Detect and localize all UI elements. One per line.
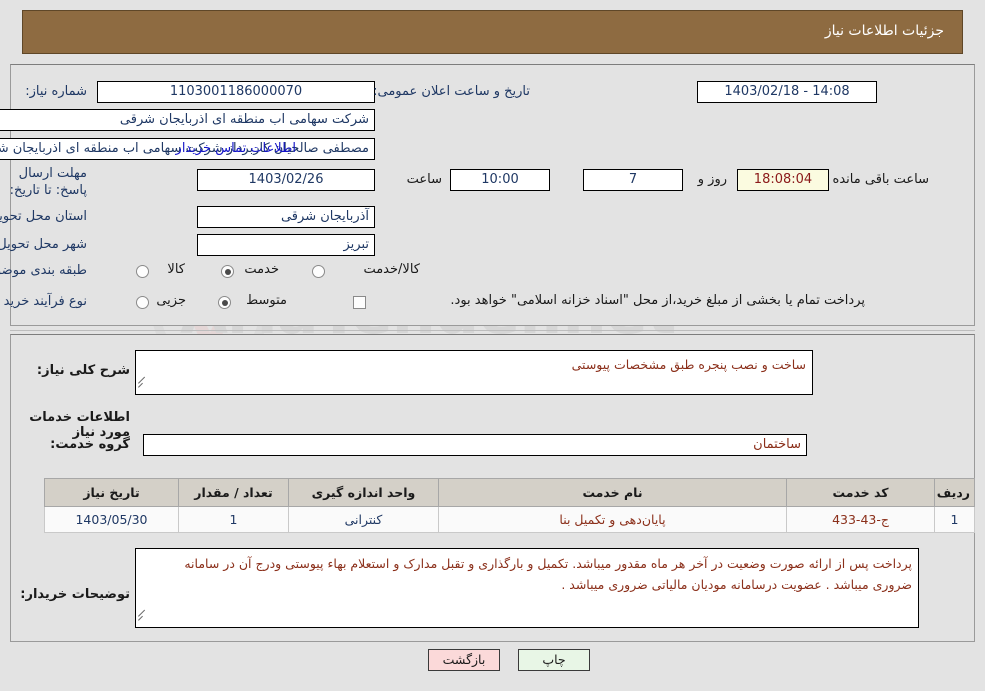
treasury-bond-note: پرداخت تمام یا بخشی از مبلغ خرید،از محل … [450,293,865,308]
buyer-org-value: شرکت سهامی اب منطقه ای اذربایجان شرقی [0,109,375,131]
print-button[interactable]: چاپ [518,649,590,671]
page-header-bar: جزئیات اطلاعات نیاز [22,10,963,54]
need-number-label: شماره نیاز: [25,84,87,99]
treasury-bond-checkbox[interactable] [353,296,366,309]
category-option-khedmat-label: خدمت [244,262,279,277]
cell-service-code: ج-43-433 [786,506,935,533]
province-label: استان محل تحویل: [0,209,87,224]
services-section-title: اطلاعات خدمات مورد نیاز [29,410,130,440]
process-option-jozi-label: جزیی [156,293,186,308]
page-title: جزئیات اطلاعات نیاز [824,23,944,39]
cell-unit: کنترانی [288,506,439,533]
panel-divider [10,330,975,331]
category-radio-kala-khedmat[interactable] [312,265,325,278]
service-group-value[interactable]: ساختمان [143,434,807,456]
back-button[interactable]: بازگشت [428,649,500,671]
general-desc-textarea[interactable]: ساخت و نصب پنجره طبق مشخصات پیوستی [135,350,813,395]
countdown-timer-value: 18:08:04 [737,169,829,191]
cell-need-date: 1403/05/30 [44,506,179,533]
city-label: شهر محل تحویل: [0,237,87,252]
category-label: طبقه بندی موضوعی: [0,263,87,278]
buyer-notes-value: پرداخت پس از ارائه صورت وضعیت در آخر هر … [184,556,912,592]
col-header-unit: واحد اندازه گیری [288,478,439,507]
general-desc-value: ساخت و نصب پنجره طبق مشخصات پیوستی [571,357,806,372]
col-header-row: ردیف [934,478,975,507]
service-group-label: گروه خدمت: [50,437,130,452]
public-announce-label: تاریخ و ساعت اعلان عمومی: [373,84,530,99]
cell-quantity: 1 [178,506,289,533]
city-value: تبریز [197,234,375,256]
remaining-days-label: روز و [697,172,727,187]
table-row: 1 ج-43-433 پایان‌دهی و تکمیل بنا کنترانی… [44,506,975,533]
process-option-motavaset-label: متوسط [246,293,287,308]
process-label: نوع فرآیند خرید : [0,294,87,309]
general-desc-label: شرح کلی نیاز: [36,363,130,378]
remaining-days-value: 7 [583,169,683,191]
page-root: AriaTender.net جزئیات اطلاعات نیاز شماره… [0,0,985,691]
col-header-name: نام خدمت [438,478,787,507]
table-header-row: ردیف کد خدمت نام خدمت واحد اندازه گیری ت… [44,478,975,507]
deadline-time-value: 10:00 [450,169,550,191]
category-option-kala-label: کالا [167,262,185,277]
col-header-qty: تعداد / مقدار [178,478,289,507]
category-option-kala-khedmat-label: کالا/خدمت [363,262,420,277]
province-value: آذربایجان شرقی [197,206,375,228]
process-radio-jozi[interactable] [136,296,149,309]
countdown-label: ساعت باقی مانده [832,172,929,187]
need-info-panel [10,64,975,326]
buyer-notes-textarea[interactable]: پرداخت پس از ارائه صورت وضعیت در آخر هر … [135,548,919,628]
buyer-contact-link[interactable]: اطلاعات تماس خریدار [176,141,296,156]
services-table: ردیف کد خدمت نام خدمت واحد اندازه گیری ت… [44,478,975,533]
cell-service-name: پایان‌دهی و تکمیل بنا [438,506,787,533]
col-header-date: تاریخ نیاز [44,478,179,507]
public-announce-value: 1403/02/18 - 14:08 [697,81,877,103]
col-header-code: کد خدمت [786,478,935,507]
category-radio-kala[interactable] [136,265,149,278]
deadline-date-value: 1403/02/26 [197,169,375,191]
need-number-value: 1103001186000070 [97,81,375,103]
cell-row-index: 1 [934,506,975,533]
deadline-label: مهلت ارسال پاسخ: تا تاریخ: [9,166,87,198]
deadline-time-label: ساعت [406,172,442,187]
resize-grip-icon[interactable] [138,609,148,626]
buyer-notes-label: توضیحات خریدار: [20,587,130,602]
resize-grip-icon[interactable] [138,376,148,393]
category-radio-khedmat[interactable] [221,265,234,278]
process-radio-motavaset[interactable] [218,296,231,309]
